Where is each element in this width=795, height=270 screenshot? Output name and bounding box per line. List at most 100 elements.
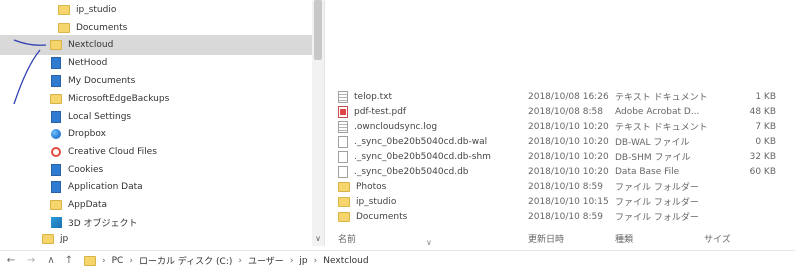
tree-item-jp[interactable]: jp: [0, 229, 312, 249]
folder-icon: [338, 181, 350, 192]
column-header-size[interactable]: サイズ: [704, 232, 731, 246]
tree-item-label: Creative Cloud Files: [68, 147, 157, 157]
file-type: ファイル フォルダー: [615, 183, 699, 193]
dropbox-icon: [50, 128, 62, 140]
file-type: ファイル フォルダー: [615, 198, 699, 208]
folder-icon: [42, 233, 54, 245]
scroll-down-icon[interactable]: ∨: [312, 232, 324, 244]
folder-icon: [84, 255, 96, 266]
doc-icon: [50, 57, 62, 69]
file-row[interactable]: Documents 2018/10/10 8:59 ファイル フォルダー: [338, 209, 788, 224]
breadcrumb-users[interactable]: ユーザー: [248, 254, 284, 267]
breadcrumb-local-disk[interactable]: ローカル ディスク (C:): [139, 254, 232, 267]
file-row[interactable]: ._sync_0be20b5040cd.db-shm 2018/10/10 10…: [338, 149, 788, 164]
tree-item-nextcloud[interactable]: Nextcloud: [0, 35, 312, 55]
file-row[interactable]: telop.txt 2018/10/08 16:26 テキスト ドキュメント 1…: [338, 89, 788, 104]
file-name: pdf-test.pdf: [354, 106, 407, 117]
file-row[interactable]: ip_studio 2018/10/10 10:15 ファイル フォルダー: [338, 194, 788, 209]
file-date: 2018/10/10 10:20: [528, 166, 609, 177]
file-date: 2018/10/10 10:20: [528, 136, 609, 147]
folder-icon: [50, 93, 62, 105]
creative-cloud-icon: [50, 146, 62, 158]
file-type: ファイル フォルダー: [615, 213, 699, 223]
file-name: ._sync_0be20b5040cd.db: [354, 166, 469, 177]
file-type: DB-WAL ファイル: [615, 138, 690, 148]
tree-item-application-data[interactable]: Application Data: [0, 177, 312, 197]
tree-item-label: MicrosoftEdgeBackups: [68, 94, 170, 104]
folder-icon: [338, 196, 350, 207]
tree-item-label: 3D オブジェクト: [68, 218, 138, 229]
file-type: Adobe Acrobat D...: [615, 106, 700, 117]
tree-item-nethood[interactable]: NetHood: [0, 53, 312, 73]
file-row[interactable]: pdf-test.pdf 2018/10/08 8:58 Adobe Acrob…: [338, 104, 788, 119]
file-size: 7 KB: [755, 121, 776, 132]
tree-item-creative-cloud-files[interactable]: Creative Cloud Files: [0, 142, 312, 162]
breadcrumb-separator: ›: [129, 255, 133, 266]
breadcrumb-separator: ›: [289, 255, 294, 266]
file-row[interactable]: .owncloudsync.log 2018/10/10 10:20 テキスト …: [338, 119, 788, 134]
tree-item-label: My Documents: [68, 76, 136, 86]
tree-item-label: Local Settings: [68, 112, 132, 122]
doc-icon: [50, 111, 62, 123]
tree-item-label: Documents: [76, 23, 128, 33]
folder-icon: [338, 211, 350, 222]
file-date: 2018/10/10 10:15: [528, 196, 609, 207]
column-header-name[interactable]: 名前: [338, 232, 356, 246]
tree-item-label: Application Data: [68, 182, 143, 192]
file-name: telop.txt: [354, 91, 393, 102]
file-name: Documents: [356, 211, 408, 222]
file-name: Photos: [356, 181, 387, 192]
address-bar: ← → ∧ ↑ › PC › ローカル ディスク (C:) › ユーザー › j…: [0, 250, 795, 270]
file-size: 0 KB: [755, 136, 776, 147]
column-header-date[interactable]: 更新日時: [528, 232, 564, 246]
text-file-icon: [338, 120, 348, 133]
recent-locations-button[interactable]: ∧: [44, 255, 58, 266]
file-date: 2018/10/08 16:26: [528, 91, 609, 102]
file-name: ip_studio: [356, 196, 397, 207]
doc-icon: [50, 75, 62, 87]
breadcrumb-nextcloud[interactable]: Nextcloud: [323, 256, 368, 266]
file-type: Data Base File: [615, 166, 680, 177]
file-date: 2018/10/10 10:20: [528, 121, 609, 132]
doc-icon: [50, 164, 62, 176]
file-type: テキスト ドキュメント: [615, 123, 708, 133]
doc-icon: [50, 181, 62, 193]
file-size: 48 KB: [749, 106, 776, 117]
tree-item-microsoft-edge-backups[interactable]: MicrosoftEdgeBackups: [0, 89, 312, 109]
up-button[interactable]: ↑: [62, 255, 76, 266]
breadcrumb-separator: ›: [238, 255, 242, 266]
file-date: 2018/10/10 10:20: [528, 151, 609, 162]
blank-file-icon: [338, 150, 348, 163]
breadcrumb-jp[interactable]: jp: [299, 256, 307, 266]
file-size: 60 KB: [749, 166, 776, 177]
tree-item-ip-studio[interactable]: ip_studio: [0, 0, 312, 20]
tree-item-my-documents[interactable]: My Documents: [0, 71, 312, 91]
tree-item-label: jp: [60, 234, 69, 244]
file-size: 32 KB: [749, 151, 776, 162]
tree-item-label: NetHood: [68, 58, 108, 68]
3d-objects-icon: [50, 216, 62, 228]
pdf-file-icon: [338, 105, 348, 118]
file-row[interactable]: ._sync_0be20b5040cd.db-wal 2018/10/10 10…: [338, 134, 788, 149]
tree-item-label: Cookies: [68, 165, 104, 175]
forward-button[interactable]: →: [24, 255, 38, 266]
file-date: 2018/10/08 8:58: [528, 106, 603, 117]
breadcrumb-separator: ›: [313, 255, 318, 266]
pane-divider[interactable]: [324, 0, 325, 246]
folder-icon: [50, 39, 62, 51]
back-button[interactable]: ←: [4, 255, 18, 266]
tree-scrollbar-thumb[interactable]: [314, 0, 322, 60]
blank-file-icon: [338, 165, 348, 178]
tree-item-dropbox[interactable]: Dropbox: [0, 124, 312, 144]
tree-item-label: AppData: [68, 200, 108, 210]
file-type: テキスト ドキュメント: [615, 93, 708, 103]
file-date: 2018/10/10 8:59: [528, 181, 603, 192]
file-type: DB-SHM ファイル: [615, 153, 691, 163]
folder-icon: [50, 199, 62, 211]
breadcrumb-separator: ›: [102, 255, 106, 266]
file-row[interactable]: Photos 2018/10/10 8:59 ファイル フォルダー: [338, 179, 788, 194]
breadcrumb-pc[interactable]: PC: [112, 256, 124, 266]
folder-icon: [58, 4, 70, 16]
file-row[interactable]: ._sync_0be20b5040cd.db 2018/10/10 10:20 …: [338, 164, 788, 179]
column-header-type[interactable]: 種類: [615, 232, 633, 246]
